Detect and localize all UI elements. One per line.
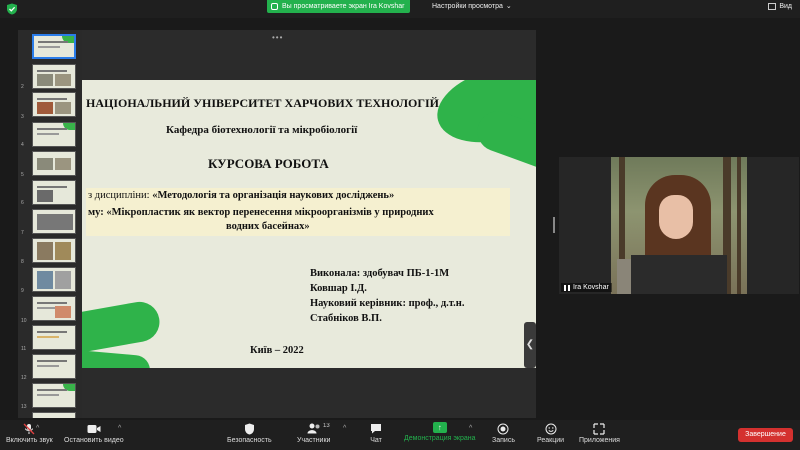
share-screen-label: Демонстрация экрана xyxy=(404,435,476,442)
thumbnail-number: 5 xyxy=(21,172,24,178)
stop-video-button[interactable]: Остановить видео xyxy=(64,422,124,444)
chevron-left-icon: ❮ xyxy=(525,339,535,350)
share-banner: Вы просматриваете экран Ira Kovshar xyxy=(267,0,411,13)
slide-thumbnails-panel[interactable]: 2 3 4 5 6 7 8 9 10 11 12 13 xyxy=(18,30,82,418)
participant-name: Ira Kovshar xyxy=(573,284,609,291)
thumbnail-number: 4 xyxy=(21,142,24,148)
apps-icon xyxy=(592,422,606,435)
security-label: Безопасность xyxy=(227,437,272,444)
chevron-up-icon[interactable]: ^ xyxy=(343,425,346,432)
decor-leaf xyxy=(80,349,152,368)
thumbnail-number: 8 xyxy=(21,259,24,265)
chevron-up-icon[interactable]: ^ xyxy=(36,425,39,432)
thumbnail-number: 3 xyxy=(21,114,24,120)
slide-author-line2: Ковшар І.Д. xyxy=(310,283,367,294)
thumbnail-number: 12 xyxy=(21,375,27,381)
discipline-prefix: з дисципліни: xyxy=(88,190,153,201)
collapse-panel-button[interactable]: ❮ xyxy=(524,322,536,368)
meeting-toolbar: Включить звук ^ Остановить видео ^ Безоп… xyxy=(0,420,800,450)
security-button[interactable]: Безопасность xyxy=(227,422,272,444)
chat-label: Чат xyxy=(370,437,382,444)
chevron-up-icon[interactable]: ^ xyxy=(118,425,121,432)
shield-icon[interactable] xyxy=(6,3,18,15)
participants-label: Участники xyxy=(297,437,331,444)
chat-button[interactable]: Чат xyxy=(369,422,383,444)
screen-share-icon xyxy=(271,3,278,10)
top-bar: Вы просматриваете экран Ira Kovshar Наст… xyxy=(0,0,800,18)
thumbnail-number: 11 xyxy=(21,346,27,352)
grid-icon xyxy=(768,3,777,10)
presentation-slide: НАЦІОНАЛЬНИЙ УНІВЕРСИТЕТ ХАРЧОВИХ ТЕХНОЛ… xyxy=(80,80,536,368)
chevron-down-icon: ⌄ xyxy=(505,3,512,10)
panel-divider-handle[interactable] xyxy=(553,217,555,233)
smiley-plus-icon xyxy=(544,422,558,435)
participant-name-tag: Ira Kovshar xyxy=(561,283,612,292)
slide-thumbnail[interactable] xyxy=(32,122,76,147)
slide-thumbnail[interactable] xyxy=(32,412,76,418)
slide-thumbnail[interactable] xyxy=(32,92,76,117)
slide-thumbnail[interactable] xyxy=(32,64,76,89)
thumbnail-number: 9 xyxy=(21,288,24,294)
view-label: Вид xyxy=(779,3,792,10)
slide-university: НАЦІОНАЛЬНИЙ УНІВЕРСИТЕТ ХАРЧОВИХ ТЕХНОЛ… xyxy=(86,96,439,110)
slide-thumbnail[interactable] xyxy=(32,180,76,205)
decor-leaf xyxy=(80,298,163,358)
slide-theme-line2: водних басейнах» xyxy=(226,221,310,232)
apps-label: Приложения xyxy=(579,437,620,444)
camera-icon xyxy=(87,422,101,435)
slide-city-year: Київ – 2022 xyxy=(250,345,304,356)
signal-bars-icon xyxy=(564,284,570,291)
slide-thumbnail[interactable] xyxy=(32,325,76,350)
reactions-label: Реакции xyxy=(537,437,565,444)
thumbnail-number: 2 xyxy=(21,84,24,90)
zoom-window: Вы просматриваете экран Ira Kovshar Наст… xyxy=(0,0,800,450)
share-screen-icon: ↑ xyxy=(432,422,447,433)
unmute-button[interactable]: Включить звук xyxy=(6,422,53,444)
shield-icon xyxy=(242,422,256,435)
discipline-name: «Методологія та організація наукових дос… xyxy=(152,190,395,201)
slide-author-line1: Виконала: здобувач ПБ-1-1М xyxy=(310,268,450,279)
stop-video-label: Остановить видео xyxy=(64,437,124,444)
slide-thumbnail[interactable] xyxy=(32,209,76,234)
slide-thumbnail[interactable] xyxy=(32,354,76,379)
slide-thumbnail[interactable] xyxy=(32,383,76,408)
chat-icon xyxy=(369,422,383,435)
view-button[interactable]: Вид xyxy=(768,3,792,10)
thumbnail-number: 6 xyxy=(21,200,24,206)
slide-supervisor-line2: Стабніков В.П. xyxy=(310,313,382,324)
slide-discipline: з дисципліни: «Методологія та організаці… xyxy=(88,190,394,201)
slide-thumbnail[interactable] xyxy=(32,296,76,321)
slide-department: Кафедра біотехнології та мікробіології xyxy=(166,124,358,136)
participant-video[interactable]: Ira Kovshar xyxy=(559,157,799,294)
people-icon xyxy=(307,422,321,435)
slide-thumbnail[interactable] xyxy=(32,34,76,59)
end-meeting-button[interactable]: Завершение xyxy=(738,428,793,442)
slide-thumbnail[interactable] xyxy=(32,238,76,263)
thumbnail-number: 13 xyxy=(21,404,27,410)
record-button[interactable]: Запись xyxy=(492,422,515,444)
more-dots-icon[interactable]: ••• xyxy=(272,33,283,42)
slide-work-type: КУРСОВА РОБОТА xyxy=(208,156,329,171)
apps-button[interactable]: Приложения xyxy=(579,422,620,444)
slide-supervisor-line1: Науковий керівник: проф., д.т.н. xyxy=(310,298,465,309)
participant-video-feed xyxy=(611,157,747,294)
record-icon xyxy=(496,422,510,435)
record-label: Запись xyxy=(492,437,515,444)
view-options-button[interactable]: Настройки просмотра ⌄ xyxy=(432,2,512,11)
participants-count: 13 xyxy=(323,423,330,429)
slide-thumbnail[interactable] xyxy=(32,267,76,292)
share-banner-text: Вы просматриваете экран Ira Kovshar xyxy=(282,3,405,10)
slide-thumbnail[interactable] xyxy=(32,151,76,176)
mic-muted-icon xyxy=(22,422,36,435)
thumbnail-number: 10 xyxy=(21,318,27,324)
view-options-label: Настройки просмотра xyxy=(432,2,503,10)
slide-theme-line1: му: «Мікропластик як вектор перенесення … xyxy=(88,207,434,218)
thumbnail-number: 7 xyxy=(21,230,24,236)
share-screen-button[interactable]: ↑ Демонстрация экрана xyxy=(404,422,476,442)
chevron-up-icon[interactable]: ^ xyxy=(469,425,472,432)
reactions-button[interactable]: Реакции xyxy=(537,422,564,444)
unmute-label: Включить звук xyxy=(6,437,53,444)
